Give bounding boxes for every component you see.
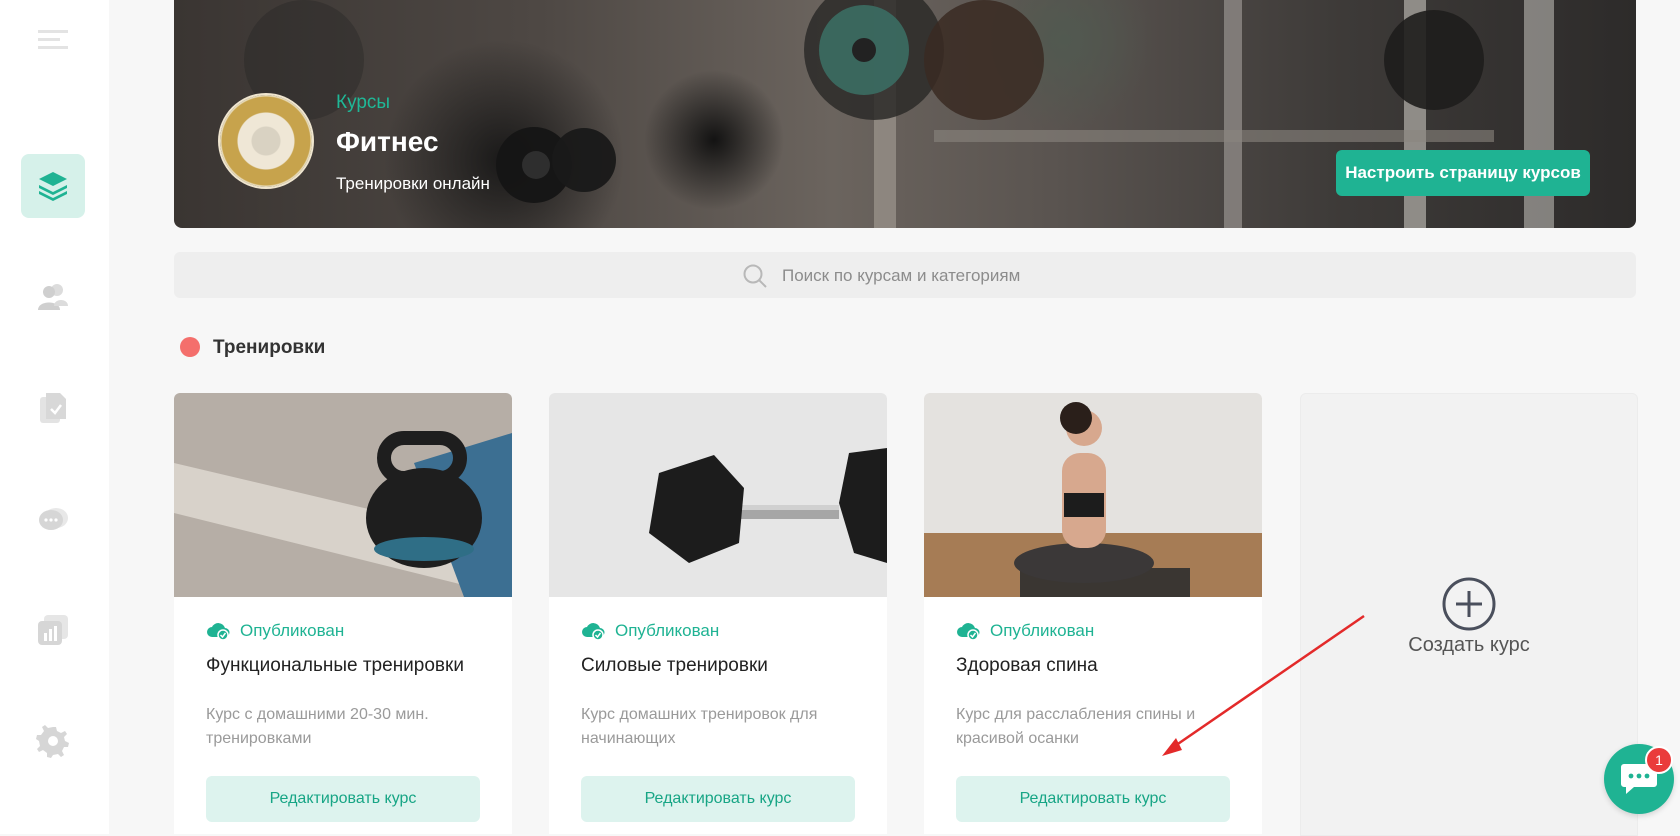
layers-icon[interactable] <box>21 154 85 218</box>
status-badge: Опубликован <box>615 621 720 640</box>
course-card[interactable]: Опубликован Здоровая спина Курс для расс… <box>924 393 1262 834</box>
category-title: Тренировки <box>213 337 326 358</box>
course-description: Курс для расслабления спины и красивой о… <box>956 706 1196 747</box>
configure-course-page-button[interactable]: Настроить страницу курсов <box>1336 150 1590 196</box>
users-icon[interactable] <box>21 265 85 329</box>
chart-icon[interactable] <box>21 598 85 662</box>
notification-badge: 1 <box>1645 746 1673 774</box>
course-description: Курс домашних тренировок для начинающих <box>581 706 818 747</box>
course-page-banner: Курсы Фитнес Тренировки онлайн Настроить… <box>174 0 1636 228</box>
search-icon <box>743 264 767 288</box>
edit-course-button[interactable]: Редактировать курс <box>956 776 1230 822</box>
course-title: Здоровая спина <box>956 655 1098 676</box>
create-course-card[interactable]: Создать курс <box>1300 393 1638 836</box>
course-image <box>174 393 512 597</box>
course-description: Курс с домашними 20-30 мин. тренировками <box>206 706 429 747</box>
course-image <box>549 393 887 597</box>
published-cloud-icon <box>207 623 230 641</box>
course-title: Функциональные тренировки <box>206 655 464 676</box>
document-check-icon[interactable] <box>21 376 85 440</box>
course-image <box>924 393 1262 597</box>
search-bar[interactable] <box>174 252 1636 298</box>
category-color-dot <box>180 337 200 357</box>
course-logo <box>220 95 312 187</box>
published-cloud-icon <box>957 623 980 641</box>
status-badge: Опубликован <box>240 621 345 640</box>
settings-icon[interactable] <box>21 709 85 773</box>
create-course-label: Создать курс <box>1408 634 1530 656</box>
breadcrumb[interactable]: Курсы <box>336 92 390 114</box>
page-title: Фитнес <box>336 126 439 157</box>
edit-course-button[interactable]: Редактировать курс <box>206 776 480 822</box>
search-input[interactable] <box>780 265 1144 287</box>
published-cloud-icon <box>582 623 605 641</box>
sidebar <box>0 0 109 834</box>
page-subtitle: Тренировки онлайн <box>336 174 490 193</box>
status-badge: Опубликован <box>990 621 1095 640</box>
chat-icon[interactable] <box>21 487 85 551</box>
plus-circle-icon <box>1442 577 1496 631</box>
edit-course-button[interactable]: Редактировать курс <box>581 776 855 822</box>
course-title: Силовые тренировки <box>581 655 768 676</box>
menu-icon[interactable] <box>21 8 85 72</box>
course-card[interactable]: Опубликован Силовые тренировки Курс дома… <box>549 393 887 834</box>
course-card[interactable]: Опубликован Функциональные тренировки Ку… <box>174 393 512 834</box>
